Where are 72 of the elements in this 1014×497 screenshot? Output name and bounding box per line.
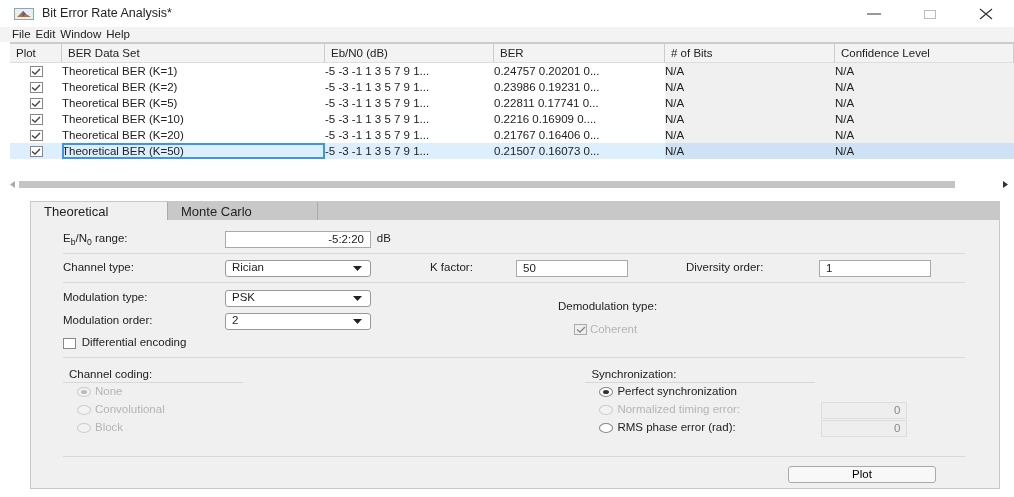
dropdown[interactable]: 2	[225, 312, 371, 330]
caret-icon	[353, 295, 362, 301]
field-label: Diversity order:	[686, 260, 765, 276]
group-label: Synchronization:	[585, 366, 816, 383]
group-label: Channel coding:	[63, 366, 243, 383]
table-cell: -5 -3 -1 1 3 5 7 9 1...	[325, 143, 494, 159]
plot-checkbox[interactable]	[29, 65, 43, 77]
menu-item[interactable]: File	[12, 27, 31, 42]
checkbox-label: Differential encoding	[81, 335, 187, 351]
unit-label: dB	[376, 231, 391, 247]
close-button[interactable]	[979, 7, 993, 20]
radio-label: Normalized timing error:	[617, 402, 742, 418]
radio-label: Convolutional	[95, 402, 165, 418]
dropdown-value: Rician	[232, 260, 264, 276]
table-cell: N/A	[835, 111, 1014, 127]
radio-label: Block	[95, 420, 124, 436]
plot-checkbox[interactable]	[29, 97, 43, 109]
column-header[interactable]: Confidence Level	[835, 44, 1014, 63]
dropdown-value: 2	[232, 313, 239, 329]
range-field[interactable]: -5:2:20	[225, 230, 371, 248]
app-logo-icon	[14, 7, 34, 20]
plot-checkbox[interactable]	[29, 145, 43, 157]
table-cell: N/A	[665, 127, 835, 143]
radio-button[interactable]	[599, 423, 614, 433]
column-header[interactable]: Eb/N0 (dB)	[325, 44, 494, 63]
table-cell: N/A	[665, 79, 835, 95]
table-cell: N/A	[665, 95, 835, 111]
maximize-button[interactable]	[923, 7, 937, 20]
radio-label: Perfect synchronization	[617, 384, 737, 400]
k-factor-field[interactable]: 50	[516, 259, 628, 277]
column-header[interactable]: BER Data Set	[62, 44, 325, 63]
radio-button[interactable]	[599, 387, 614, 397]
dropdown-value: PSK	[232, 290, 255, 306]
column-header[interactable]: BER	[494, 44, 665, 63]
dropdown[interactable]: PSK	[225, 289, 371, 307]
table-cell: N/A	[665, 111, 835, 127]
checkbox[interactable]	[63, 337, 76, 349]
dropdown[interactable]: Rician	[225, 259, 371, 277]
column-header[interactable]: Plot	[10, 44, 62, 63]
field-label: Modulation type:	[63, 290, 149, 306]
field-label: K factor:	[430, 260, 474, 276]
radio-label: RMS phase error (rad):	[617, 420, 737, 436]
checkbox-label: Coherent	[589, 322, 638, 338]
table-cell: 0.21507 0.16073 0...	[494, 143, 665, 159]
table-cell: N/A	[835, 63, 1014, 79]
plot-checkbox[interactable]	[29, 81, 43, 93]
scroll-left-icon	[10, 180, 15, 188]
caret-icon	[353, 265, 362, 271]
menu-item[interactable]: Window	[60, 27, 102, 42]
menu-item[interactable]: Help	[106, 27, 130, 42]
column-header[interactable]: # of Bits	[665, 44, 835, 63]
plot-checkbox[interactable]	[29, 113, 43, 125]
table-cell: N/A	[665, 143, 835, 159]
plot-button[interactable]: Plot	[788, 466, 936, 483]
table-cell: N/A	[835, 143, 1014, 159]
radio-label: None	[95, 384, 123, 400]
table-cell: Theoretical BER (K=50)	[62, 143, 325, 159]
field-label: Channel type:	[63, 260, 135, 276]
caret-icon	[353, 318, 362, 324]
field-label: Modulation order:	[63, 313, 154, 329]
table-cell: N/A	[665, 63, 835, 79]
table-cell: N/A	[835, 95, 1014, 111]
scroll-right-icon	[1003, 180, 1008, 188]
field-label: E$_{b}$/N$_{0}$ range:	[63, 231, 129, 248]
table-cell: N/A	[835, 127, 1014, 143]
diversity-order-field[interactable]: 1	[819, 259, 931, 277]
tab[interactable]: Theoretical	[31, 202, 168, 220]
window-title: Bit Error Rate Analysis*	[42, 5, 172, 23]
plot-checkbox[interactable]	[29, 129, 43, 141]
table-cell: N/A	[835, 79, 1014, 95]
group-label: Demodulation type:	[558, 299, 658, 314]
menu-item[interactable]: Edit	[35, 27, 56, 42]
